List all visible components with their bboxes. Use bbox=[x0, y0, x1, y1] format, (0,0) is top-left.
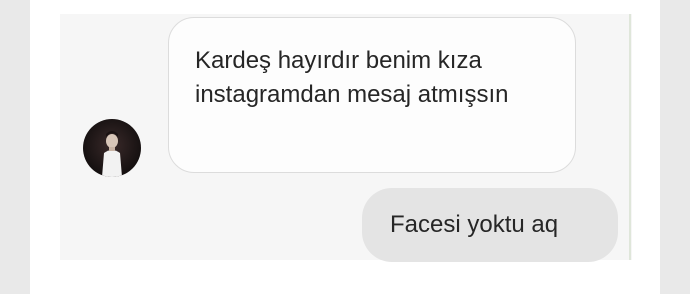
outgoing-message-text: Facesi yoktu aq bbox=[390, 211, 559, 238]
avatar-photo-icon bbox=[102, 131, 122, 177]
right-edge-line bbox=[629, 14, 631, 260]
sender-avatar[interactable] bbox=[83, 119, 141, 177]
incoming-message-bubble: Kardeş hayırdır benim kıza instagramdan … bbox=[168, 17, 576, 173]
incoming-message-text: Kardeş hayırdır benim kıza instagramdan … bbox=[195, 47, 509, 108]
outgoing-message-bubble: Facesi yoktu aq bbox=[362, 188, 618, 262]
